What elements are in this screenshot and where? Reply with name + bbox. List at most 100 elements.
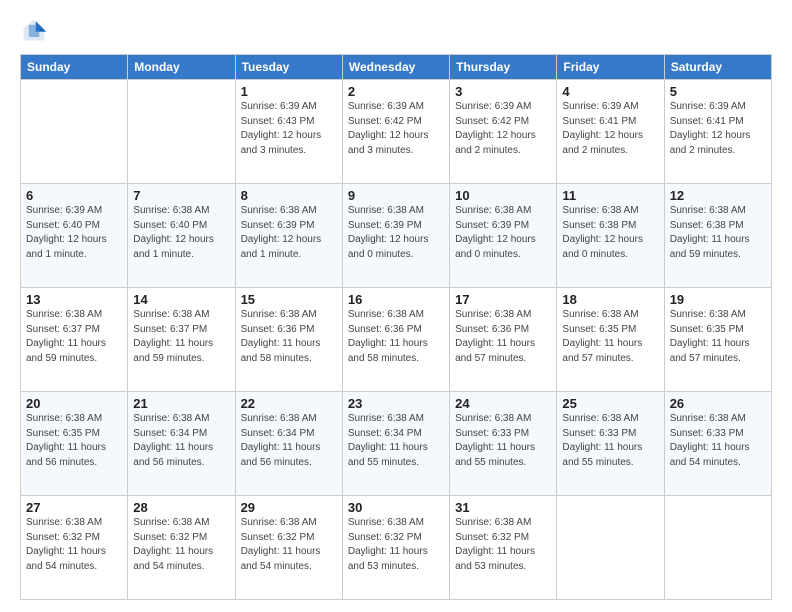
day-number: 6	[26, 188, 122, 203]
day-cell: 1Sunrise: 6:39 AM Sunset: 6:43 PM Daylig…	[235, 80, 342, 184]
day-cell: 22Sunrise: 6:38 AM Sunset: 6:34 PM Dayli…	[235, 392, 342, 496]
day-info: Sunrise: 6:39 AM Sunset: 6:43 PM Dayligh…	[241, 100, 337, 158]
day-number: 8	[241, 188, 337, 203]
day-info: Sunrise: 6:38 AM Sunset: 6:36 PM Dayligh…	[348, 308, 444, 366]
day-info: Sunrise: 6:38 AM Sunset: 6:35 PM Dayligh…	[562, 308, 658, 366]
day-cell: 25Sunrise: 6:38 AM Sunset: 6:33 PM Dayli…	[557, 392, 664, 496]
weekday-header-saturday: Saturday	[664, 55, 771, 80]
day-info: Sunrise: 6:38 AM Sunset: 6:35 PM Dayligh…	[26, 412, 122, 470]
day-info: Sunrise: 6:38 AM Sunset: 6:33 PM Dayligh…	[670, 412, 766, 470]
weekday-header-monday: Monday	[128, 55, 235, 80]
day-cell: 7Sunrise: 6:38 AM Sunset: 6:40 PM Daylig…	[128, 184, 235, 288]
day-info: Sunrise: 6:38 AM Sunset: 6:34 PM Dayligh…	[241, 412, 337, 470]
day-number: 20	[26, 396, 122, 411]
day-number: 5	[670, 84, 766, 99]
day-info: Sunrise: 6:38 AM Sunset: 6:38 PM Dayligh…	[670, 204, 766, 262]
day-number: 26	[670, 396, 766, 411]
weekday-header-row: SundayMondayTuesdayWednesdayThursdayFrid…	[21, 55, 772, 80]
day-info: Sunrise: 6:38 AM Sunset: 6:36 PM Dayligh…	[241, 308, 337, 366]
day-cell: 31Sunrise: 6:38 AM Sunset: 6:32 PM Dayli…	[450, 496, 557, 600]
day-info: Sunrise: 6:38 AM Sunset: 6:39 PM Dayligh…	[455, 204, 551, 262]
day-cell: 15Sunrise: 6:38 AM Sunset: 6:36 PM Dayli…	[235, 288, 342, 392]
day-number: 3	[455, 84, 551, 99]
day-info: Sunrise: 6:38 AM Sunset: 6:39 PM Dayligh…	[348, 204, 444, 262]
day-cell: 17Sunrise: 6:38 AM Sunset: 6:36 PM Dayli…	[450, 288, 557, 392]
day-number: 19	[670, 292, 766, 307]
day-number: 23	[348, 396, 444, 411]
day-info: Sunrise: 6:39 AM Sunset: 6:41 PM Dayligh…	[670, 100, 766, 158]
day-info: Sunrise: 6:38 AM Sunset: 6:33 PM Dayligh…	[562, 412, 658, 470]
day-cell: 26Sunrise: 6:38 AM Sunset: 6:33 PM Dayli…	[664, 392, 771, 496]
calendar-table: SundayMondayTuesdayWednesdayThursdayFrid…	[20, 54, 772, 600]
day-cell: 27Sunrise: 6:38 AM Sunset: 6:32 PM Dayli…	[21, 496, 128, 600]
page: SundayMondayTuesdayWednesdayThursdayFrid…	[0, 0, 792, 612]
day-cell	[664, 496, 771, 600]
week-row-3: 13Sunrise: 6:38 AM Sunset: 6:37 PM Dayli…	[21, 288, 772, 392]
day-number: 31	[455, 500, 551, 515]
day-cell: 23Sunrise: 6:38 AM Sunset: 6:34 PM Dayli…	[342, 392, 449, 496]
day-number: 14	[133, 292, 229, 307]
day-cell	[21, 80, 128, 184]
day-cell: 8Sunrise: 6:38 AM Sunset: 6:39 PM Daylig…	[235, 184, 342, 288]
day-info: Sunrise: 6:38 AM Sunset: 6:39 PM Dayligh…	[241, 204, 337, 262]
day-cell: 18Sunrise: 6:38 AM Sunset: 6:35 PM Dayli…	[557, 288, 664, 392]
day-info: Sunrise: 6:38 AM Sunset: 6:32 PM Dayligh…	[133, 516, 229, 574]
day-cell: 30Sunrise: 6:38 AM Sunset: 6:32 PM Dayli…	[342, 496, 449, 600]
day-info: Sunrise: 6:38 AM Sunset: 6:32 PM Dayligh…	[26, 516, 122, 574]
day-cell: 12Sunrise: 6:38 AM Sunset: 6:38 PM Dayli…	[664, 184, 771, 288]
day-cell: 9Sunrise: 6:38 AM Sunset: 6:39 PM Daylig…	[342, 184, 449, 288]
week-row-2: 6Sunrise: 6:39 AM Sunset: 6:40 PM Daylig…	[21, 184, 772, 288]
day-number: 16	[348, 292, 444, 307]
day-cell: 21Sunrise: 6:38 AM Sunset: 6:34 PM Dayli…	[128, 392, 235, 496]
weekday-header-friday: Friday	[557, 55, 664, 80]
day-number: 27	[26, 500, 122, 515]
day-number: 12	[670, 188, 766, 203]
day-info: Sunrise: 6:38 AM Sunset: 6:37 PM Dayligh…	[133, 308, 229, 366]
day-info: Sunrise: 6:39 AM Sunset: 6:42 PM Dayligh…	[348, 100, 444, 158]
day-number: 1	[241, 84, 337, 99]
week-row-4: 20Sunrise: 6:38 AM Sunset: 6:35 PM Dayli…	[21, 392, 772, 496]
day-number: 2	[348, 84, 444, 99]
day-info: Sunrise: 6:38 AM Sunset: 6:33 PM Dayligh…	[455, 412, 551, 470]
day-number: 21	[133, 396, 229, 411]
day-cell: 28Sunrise: 6:38 AM Sunset: 6:32 PM Dayli…	[128, 496, 235, 600]
weekday-header-thursday: Thursday	[450, 55, 557, 80]
day-number: 29	[241, 500, 337, 515]
day-info: Sunrise: 6:38 AM Sunset: 6:38 PM Dayligh…	[562, 204, 658, 262]
day-cell: 16Sunrise: 6:38 AM Sunset: 6:36 PM Dayli…	[342, 288, 449, 392]
day-cell: 10Sunrise: 6:38 AM Sunset: 6:39 PM Dayli…	[450, 184, 557, 288]
day-info: Sunrise: 6:38 AM Sunset: 6:32 PM Dayligh…	[455, 516, 551, 574]
week-row-1: 1Sunrise: 6:39 AM Sunset: 6:43 PM Daylig…	[21, 80, 772, 184]
day-info: Sunrise: 6:38 AM Sunset: 6:37 PM Dayligh…	[26, 308, 122, 366]
day-info: Sunrise: 6:38 AM Sunset: 6:34 PM Dayligh…	[348, 412, 444, 470]
day-number: 11	[562, 188, 658, 203]
logo-icon	[20, 16, 48, 44]
day-info: Sunrise: 6:38 AM Sunset: 6:35 PM Dayligh…	[670, 308, 766, 366]
day-info: Sunrise: 6:39 AM Sunset: 6:40 PM Dayligh…	[26, 204, 122, 262]
day-number: 7	[133, 188, 229, 203]
day-cell: 4Sunrise: 6:39 AM Sunset: 6:41 PM Daylig…	[557, 80, 664, 184]
weekday-header-wednesday: Wednesday	[342, 55, 449, 80]
logo	[20, 16, 52, 44]
day-info: Sunrise: 6:39 AM Sunset: 6:42 PM Dayligh…	[455, 100, 551, 158]
day-number: 9	[348, 188, 444, 203]
day-number: 4	[562, 84, 658, 99]
day-number: 22	[241, 396, 337, 411]
day-cell: 20Sunrise: 6:38 AM Sunset: 6:35 PM Dayli…	[21, 392, 128, 496]
day-number: 18	[562, 292, 658, 307]
day-cell	[557, 496, 664, 600]
day-cell: 29Sunrise: 6:38 AM Sunset: 6:32 PM Dayli…	[235, 496, 342, 600]
day-info: Sunrise: 6:38 AM Sunset: 6:34 PM Dayligh…	[133, 412, 229, 470]
day-info: Sunrise: 6:38 AM Sunset: 6:32 PM Dayligh…	[348, 516, 444, 574]
day-cell	[128, 80, 235, 184]
day-cell: 14Sunrise: 6:38 AM Sunset: 6:37 PM Dayli…	[128, 288, 235, 392]
day-cell: 5Sunrise: 6:39 AM Sunset: 6:41 PM Daylig…	[664, 80, 771, 184]
day-number: 17	[455, 292, 551, 307]
day-number: 15	[241, 292, 337, 307]
weekday-header-tuesday: Tuesday	[235, 55, 342, 80]
header	[20, 16, 772, 44]
day-number: 13	[26, 292, 122, 307]
day-info: Sunrise: 6:38 AM Sunset: 6:36 PM Dayligh…	[455, 308, 551, 366]
day-number: 28	[133, 500, 229, 515]
weekday-header-sunday: Sunday	[21, 55, 128, 80]
